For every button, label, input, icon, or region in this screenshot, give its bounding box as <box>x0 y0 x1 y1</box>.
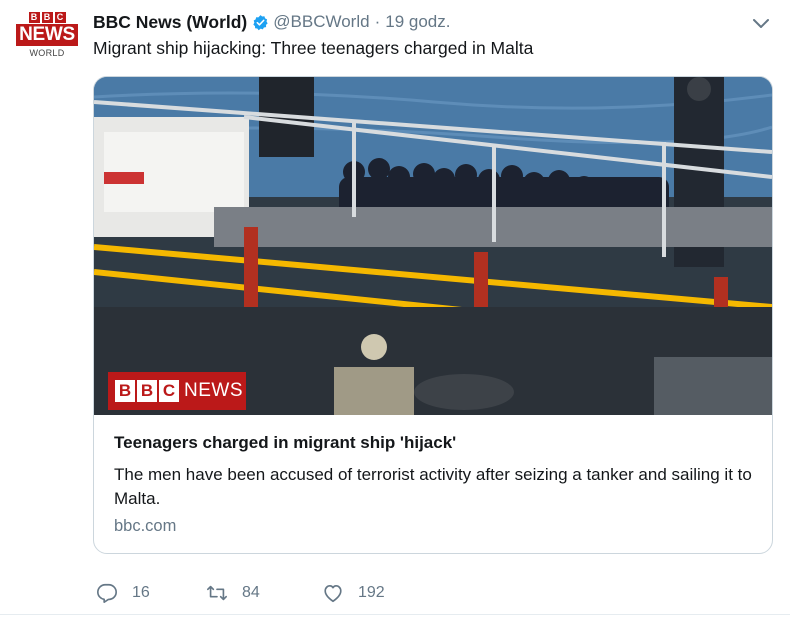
ship-photo <box>94 77 772 415</box>
avatar-world-word: WORLD <box>29 48 65 58</box>
timestamp[interactable]: 19 godz. <box>385 12 450 32</box>
tweet-header: BBC News (World) @BBCWorld · 19 godz. <box>93 11 450 33</box>
watermark-letter-b1: B <box>115 380 135 402</box>
card-domain: bbc.com <box>114 517 177 535</box>
retweet-button[interactable]: 84 <box>206 582 322 604</box>
card-description: The men have been accused of terrorist a… <box>114 465 752 508</box>
retweet-count: 84 <box>242 584 260 601</box>
tweet-actions: 16 84 192 <box>96 582 385 604</box>
bbc-news-watermark: B B C NEWS <box>108 372 246 410</box>
card-image[interactable]: B B C NEWS <box>94 77 772 415</box>
avatar-letter-b1: B <box>28 12 40 23</box>
display-name[interactable]: BBC News (World) <box>93 12 247 33</box>
handle[interactable]: @BBCWorld <box>273 12 369 32</box>
reply-icon <box>97 583 117 603</box>
reply-count: 16 <box>132 584 150 601</box>
retweet-icon <box>207 585 227 601</box>
verified-badge-icon <box>253 14 268 30</box>
like-count: 192 <box>358 584 385 601</box>
watermark-letter-c: C <box>159 380 179 402</box>
bottom-divider <box>0 614 790 615</box>
separator-dot: · <box>374 12 381 31</box>
like-button[interactable]: 192 <box>322 582 385 604</box>
avatar-bbc-blocks: B B C <box>28 12 66 23</box>
watermark-letter-b2: B <box>137 380 157 402</box>
card-title[interactable]: Teenagers charged in migrant ship 'hijac… <box>114 433 456 453</box>
chevron-down-icon[interactable] <box>750 12 772 34</box>
like-icon <box>324 585 342 603</box>
top-strip <box>0 0 790 4</box>
watermark-news-word: NEWS <box>184 380 243 401</box>
link-card[interactable]: B B C NEWS Teenagers charged in migrant … <box>93 76 773 554</box>
avatar-letter-c: C <box>54 12 66 23</box>
tweet-text: Migrant ship hijacking: Three teenagers … <box>93 38 534 58</box>
reply-button[interactable]: 16 <box>96 582 206 604</box>
avatar-news-word: NEWS <box>16 24 78 46</box>
avatar-letter-b2: B <box>41 12 53 23</box>
avatar[interactable]: B B C NEWS WORLD <box>13 10 81 66</box>
